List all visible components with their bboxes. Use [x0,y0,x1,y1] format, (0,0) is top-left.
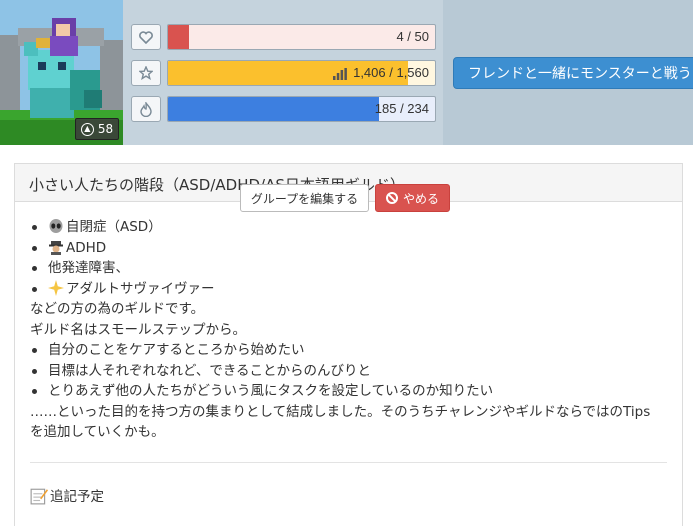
heart-icon [131,24,161,50]
mana-row: 185 / 234 [131,96,436,122]
experience-row: 1,406 / 1,560 [131,60,436,86]
health-bar: 4 / 50 [167,24,436,50]
list-item: 他発達障害、 [30,258,670,279]
leave-guild-label: やめる [402,191,439,206]
list-item: 自閉症（ASD） [30,217,670,238]
list-item-text: 他発達障害、 [48,260,129,276]
flame-icon [131,96,161,122]
mana-fill [168,97,379,121]
health-fill [168,25,190,49]
mana-bar: 185 / 234 [167,96,436,122]
goal-list: 自分のことをケアするところから始めたい 目標は人それぞれなれど、できることからの… [30,340,670,402]
description-paragraph: を追加していくかも。 [30,424,165,440]
health-row: 4 / 50 [131,24,436,50]
list-item: 自分のことをケアするところから始めたい [30,340,670,361]
level-value: 58 [97,122,114,136]
avatar[interactable]: ▲ 58 [0,0,123,145]
experience-value: 1,406 / 1,560 [353,65,429,80]
star-icon [131,60,161,86]
experience-value-wrap: 1,406 / 1,560 [333,61,429,85]
description-paragraph: ギルド名はスモールステップから。 [30,321,246,338]
list-item: アダルトサヴァイヴァー [30,279,670,300]
list-item-text: ADHD [66,239,107,256]
memo-icon [30,488,48,505]
signal-icon [333,67,347,80]
health-value: 4 / 50 [396,29,429,44]
list-item-text: 自閉症（ASD） [66,219,162,235]
ban-icon [385,192,398,204]
party-battle-button[interactable]: フレンドと一緒にモンスターと戦う [453,57,693,89]
edit-group-button[interactable]: グループを編集する [240,184,369,212]
leave-guild-button[interactable]: やめる [375,184,450,212]
footer-note-text: 追記予定 [50,489,104,505]
experience-bar: 1,406 / 1,560 [167,60,436,86]
list-item-text: アダルトサヴァイヴァー [66,280,215,297]
sparkle-icon [48,279,64,296]
list-item: ADHD [30,238,670,259]
description-paragraph: などの方の為のギルドです。 [30,301,205,317]
mana-value: 185 / 234 [374,101,429,116]
list-item: とりあえず他の人たちがどういう風にタスクを設定しているのか知りたい [30,381,670,402]
divider [30,462,667,463]
footer-note: 追記予定 [30,485,104,505]
target-list: 自閉症（ASD） ADHD 他発達障害、 アダルトサヴァイヴァー [30,217,670,299]
description-paragraph: ……といった目的を持つ方の集まりとして結成しました。そのうちチャレンジやギルドな… [30,403,651,420]
alien-icon [49,219,63,233]
detective-icon [49,240,63,255]
level-badge: ▲ 58 [75,118,119,140]
list-item: 目標は人それぞれなれど、できることからのんびりと [30,361,670,382]
guild-description: 自閉症（ASD） ADHD 他発達障害、 アダルトサヴァイヴァー などの方の為の… [30,217,670,443]
level-up-icon: ▲ [80,122,94,136]
